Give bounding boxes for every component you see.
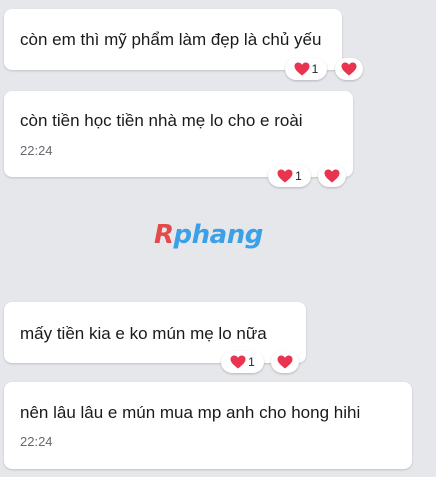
heart-icon (324, 169, 340, 183)
watermark-logo: Rphang (154, 220, 263, 250)
heart-icon (230, 355, 246, 369)
watermark-part2: phang (173, 220, 264, 250)
heart-icon (341, 62, 357, 76)
reaction-count-pill[interactable]: 1 (221, 351, 264, 373)
reaction-count-pill[interactable]: 1 (285, 58, 327, 80)
message-text: mấy tiền kia e ko mún mẹ lo nữa (20, 324, 267, 343)
reaction-count-pill[interactable]: 1 (268, 165, 311, 187)
add-reaction-button[interactable] (318, 165, 346, 187)
message-bubble[interactable]: nên lâu lâu e mún mua mp anh cho hong hi… (4, 382, 412, 469)
reaction-count: 1 (295, 169, 302, 183)
message-text: nên lâu lâu e mún mua mp anh cho hong hi… (20, 403, 361, 422)
add-reaction-button[interactable] (335, 58, 363, 80)
heart-icon (277, 169, 293, 183)
reaction-count: 1 (248, 355, 255, 369)
message-timestamp: 22:24 (20, 143, 53, 158)
add-reaction-button[interactable] (271, 351, 299, 373)
message-text: còn tiền học tiền nhà mẹ lo cho e roài (20, 111, 303, 130)
heart-icon (294, 62, 310, 76)
message-timestamp: 22:24 (20, 434, 53, 449)
message-text: còn em thì mỹ phẩm làm đẹp là chủ yếu (20, 30, 322, 49)
watermark-part1: R (154, 220, 174, 250)
heart-icon (277, 355, 293, 369)
reaction-count: 1 (311, 62, 319, 76)
